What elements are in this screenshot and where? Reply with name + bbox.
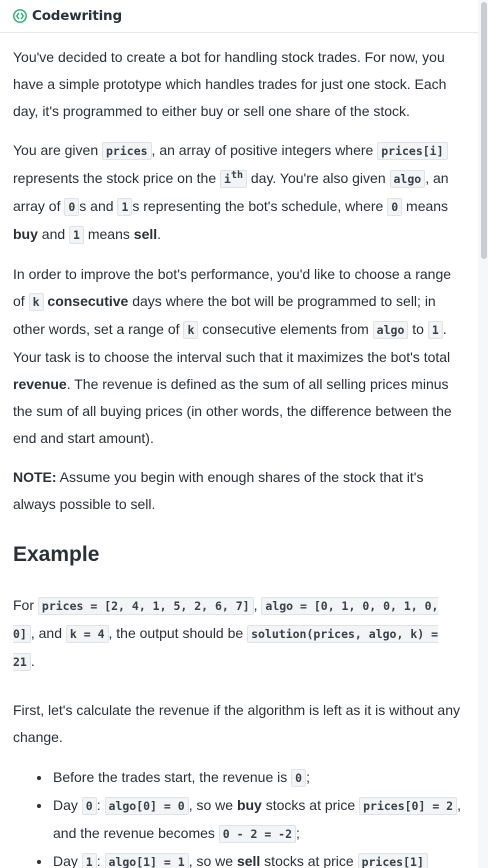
text: Before the trades start, the revenue is (53, 769, 292, 785)
text: , the output should be (108, 625, 248, 641)
header-divider (0, 32, 478, 33)
text: s and (79, 198, 118, 214)
code-value: algo[0] = 0 (104, 797, 189, 815)
code-value: algo[1] = 1 (104, 853, 189, 868)
panel-header: Codewriting (0, 0, 478, 32)
code-i: ith (220, 170, 247, 188)
bold-consecutive: consecutive (47, 293, 129, 309)
code-zero: 0 (387, 198, 403, 216)
text: For (13, 597, 38, 613)
text: consecutive elements from (198, 321, 373, 337)
code-one: 1 (427, 321, 443, 339)
bold-revenue: revenue (13, 376, 67, 392)
code-one: 1 (117, 198, 133, 216)
text: : (96, 853, 105, 868)
list-item: Day 1: algo[1] = 1, so we sell stocks at… (52, 848, 464, 868)
code-value: 1 (81, 853, 97, 868)
improve-paragraph: In order to improve the bot's performanc… (13, 261, 464, 452)
code-k-example: k = 4 (65, 625, 109, 643)
first-paragraph: First, let's calculate the revenue if th… (13, 702, 460, 745)
code-prices-i: prices[i] (377, 142, 448, 160)
list-item: Before the trades start, the revenue is … (52, 764, 464, 792)
code-algo: algo (389, 170, 426, 188)
code-value: prices[0] = 2 (359, 797, 458, 815)
text: . (157, 226, 162, 242)
text: , so we (188, 853, 237, 868)
text: ; (296, 825, 300, 841)
intro-paragraph: You've decided to create a bot for handl… (13, 49, 447, 119)
example-paragraph: For prices = [2, 4, 1, 5, 2, 6, 7], algo… (13, 592, 464, 676)
text: . The revenue is defined as the sum of a… (13, 376, 452, 446)
text: , and (30, 625, 66, 641)
bold-action: buy (236, 797, 262, 813)
list-item: Day 0: algo[0] = 0, so we buy stocks at … (52, 792, 464, 848)
given-paragraph: You are given prices, an array of positi… (13, 137, 464, 249)
brand-name: Codewriting (32, 8, 122, 24)
bold-sell: sell (133, 226, 158, 242)
code-zero: 0 (64, 198, 80, 216)
example-heading: Example (13, 543, 100, 566)
text: You are given (13, 142, 102, 158)
note-paragraph: NOTE: Assume you begin with enough share… (13, 464, 464, 518)
text: Day (53, 797, 82, 813)
code-one: 1 (69, 226, 84, 244)
task-description-panel: Codewriting You've decided to create a b… (0, 0, 478, 868)
code-value: prices[1] (357, 853, 428, 868)
code-i-text: i (224, 172, 231, 186)
text: s representing the bot's schedule, where (132, 198, 388, 214)
description-body: You've decided to create a bot for handl… (0, 44, 478, 868)
text: . (30, 653, 35, 669)
bold-action: sell (236, 853, 261, 868)
code-k: k (28, 293, 44, 311)
text: means (402, 198, 449, 214)
text: Day (53, 853, 82, 868)
code-value: 0 (291, 769, 307, 787)
code-algo: algo (372, 321, 409, 339)
code-k: k (183, 321, 199, 339)
text: to (408, 321, 428, 337)
code-brackets-icon (13, 9, 27, 23)
code-value: 0 - 2 = -2 (218, 825, 297, 843)
code-prices: prices (102, 142, 152, 160)
note-label: NOTE: (13, 469, 57, 485)
text: stocks at price (260, 853, 358, 868)
scrollbar-thumb[interactable] (481, 2, 487, 259)
note-text: Assume you begin with enough shares of t… (13, 469, 424, 512)
code-prices-example: prices = [2, 4, 1, 5, 2, 6, 7] (37, 597, 254, 615)
text: ; (306, 769, 310, 785)
text: and (37, 226, 70, 242)
text: : (96, 797, 105, 813)
text: represents the stock price on the (13, 170, 220, 186)
text: day. You're also given (246, 170, 390, 186)
text: , an array of positive integers where (151, 142, 378, 158)
bold-buy: buy (13, 226, 38, 242)
text: stocks at price (261, 797, 360, 813)
code-value: 0 (81, 797, 97, 815)
vertical-scrollbar[interactable] (478, 0, 488, 868)
superscript-th: th (230, 170, 243, 182)
text: means (83, 226, 134, 242)
steps-list: Before the trades start, the revenue is … (13, 764, 464, 868)
text: , so we (188, 797, 237, 813)
